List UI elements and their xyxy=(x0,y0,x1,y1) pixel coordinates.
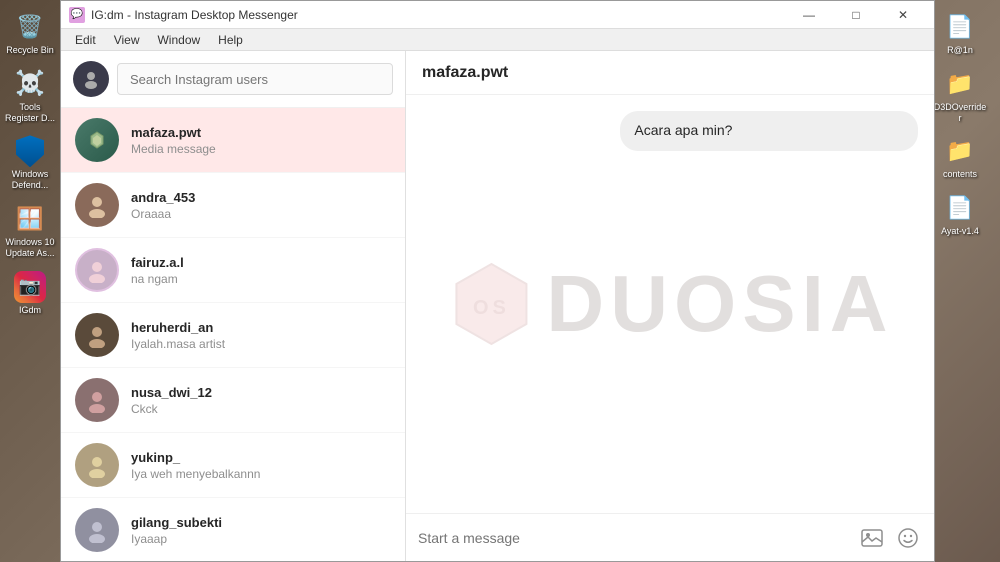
conv-avatar-gilang xyxy=(75,508,119,552)
conv-name-andra: andra_453 xyxy=(131,190,391,205)
app-icon: 💬 xyxy=(69,7,85,23)
desktop: 🗑️ Recycle Bin ☠️ Tools Register D... Wi… xyxy=(0,0,1000,562)
conv-preview-nusa: Ckck xyxy=(131,402,391,416)
conversation-list: mafaza.pwt Media message xyxy=(61,108,405,561)
conv-item-yukin[interactable]: yukinp_ Iya weh menyebalkannn xyxy=(61,433,405,498)
conv-preview-gilang: Iyaaap xyxy=(131,532,391,546)
conv-preview-heru: Iyalah.masa artist xyxy=(131,337,391,351)
contents-icon: 📁 xyxy=(942,133,978,169)
conv-avatar-fairuz xyxy=(75,248,119,292)
search-container xyxy=(61,51,405,108)
desktop-icons-left: 🗑️ Recycle Bin ☠️ Tools Register D... Wi… xyxy=(0,0,60,562)
recycle-bin-icon: 🗑️ xyxy=(12,9,48,45)
recycle-bin-label: Recycle Bin xyxy=(6,45,54,56)
app-window: 💬 IG:dm - Instagram Desktop Messenger — … xyxy=(60,0,935,562)
conv-avatar-yukin xyxy=(75,443,119,487)
conv-info-mafaza: mafaza.pwt Media message xyxy=(131,125,391,156)
windows-update-label: Windows 10 Update As... xyxy=(3,237,57,259)
left-panel: mafaza.pwt Media message xyxy=(61,51,406,561)
desktop-icon-recycle-bin[interactable]: 🗑️ Recycle Bin xyxy=(1,5,59,60)
conv-avatar-heru xyxy=(75,313,119,357)
conv-avatar-andra xyxy=(75,183,119,227)
chat-messages: OS DUOSIA Acara apa min? xyxy=(406,95,934,513)
menu-window[interactable]: Window xyxy=(149,31,208,49)
watermark-text: DUOSIA xyxy=(546,258,893,350)
conv-preview-fairuz: na ngam xyxy=(131,272,391,286)
chat-title: mafaza.pwt xyxy=(422,64,508,82)
conv-info-nusa: nusa_dwi_12 Ckck xyxy=(131,385,391,416)
contents-label: contents xyxy=(943,169,977,180)
desktop-icon-defender[interactable]: Windows Defend... xyxy=(1,129,59,195)
igdm-label: IGdm xyxy=(19,305,41,316)
user-avatar xyxy=(73,61,109,97)
desktop-icon-d3d[interactable]: 📁 D3DOverrider xyxy=(931,62,989,128)
menu-view[interactable]: View xyxy=(106,31,148,49)
desktop-icon-tools[interactable]: ☠️ Tools Register D... xyxy=(1,62,59,128)
windows-update-icon: 🪟 xyxy=(12,201,48,237)
conv-name-fairuz: fairuz.a.l xyxy=(131,255,391,270)
conv-info-heru: heruherdi_an Iyalah.masa artist xyxy=(131,320,391,351)
conv-name-yukin: yukinp_ xyxy=(131,450,391,465)
watermark: OS DUOSIA xyxy=(446,258,893,350)
conv-item-heru[interactable]: heruherdi_an Iyalah.masa artist xyxy=(61,303,405,368)
desktop-icon-igdm[interactable]: 📷 IGdm xyxy=(1,265,59,320)
conv-info-andra: andra_453 Oraaaa xyxy=(131,190,391,221)
message-input[interactable] xyxy=(418,530,850,546)
desktop-icon-windows-update[interactable]: 🪟 Windows 10 Update As... xyxy=(1,197,59,263)
conv-name-heru: heruherdi_an xyxy=(131,320,391,335)
conv-preview-andra: Oraaaa xyxy=(131,207,391,221)
conv-name-mafaza: mafaza.pwt xyxy=(131,125,391,140)
d3d-label: D3DOverrider xyxy=(933,102,987,124)
menu-help[interactable]: Help xyxy=(210,31,251,49)
title-bar: 💬 IG:dm - Instagram Desktop Messenger — … xyxy=(61,1,934,29)
conv-item-nusa[interactable]: nusa_dwi_12 Ckck xyxy=(61,368,405,433)
conv-item-fairuz[interactable]: fairuz.a.l na ngam xyxy=(61,238,405,303)
tools-icon: ☠️ xyxy=(12,66,48,102)
conv-info-yukin: yukinp_ Iya weh menyebalkannn xyxy=(131,450,391,481)
message-input-area xyxy=(406,513,934,561)
menu-edit[interactable]: Edit xyxy=(67,31,104,49)
conv-info-fairuz: fairuz.a.l na ngam xyxy=(131,255,391,286)
defender-label: Windows Defend... xyxy=(3,169,57,191)
igdm-icon: 📷 xyxy=(12,269,48,305)
conv-info-gilang: gilang_subekti Iyaaap xyxy=(131,515,391,546)
main-content: mafaza.pwt Media message xyxy=(61,51,934,561)
r1n-icon: 📄 xyxy=(942,9,978,45)
maximize-button[interactable]: □ xyxy=(833,1,879,29)
conv-avatar-mafaza xyxy=(75,118,119,162)
chat-header: mafaza.pwt xyxy=(406,51,934,95)
close-button[interactable]: ✕ xyxy=(880,1,926,29)
emoji-button[interactable] xyxy=(894,524,922,552)
conv-item-mafaza[interactable]: mafaza.pwt Media message xyxy=(61,108,405,173)
conv-avatar-nusa xyxy=(75,378,119,422)
desktop-icon-ayat[interactable]: 📄 Ayat-v1.4 xyxy=(931,186,989,241)
d3d-icon: 📁 xyxy=(942,66,978,102)
conv-preview-mafaza: Media message xyxy=(131,142,391,156)
conv-preview-yukin: Iya weh menyebalkannn xyxy=(131,467,391,481)
conv-name-nusa: nusa_dwi_12 xyxy=(131,385,391,400)
tools-label: Tools Register D... xyxy=(3,102,57,124)
ayat-label: Ayat-v1.4 xyxy=(941,226,979,237)
desktop-icon-r1n[interactable]: 📄 R@1n xyxy=(931,5,989,60)
ayat-icon: 📄 xyxy=(942,190,978,226)
conv-name-gilang: gilang_subekti xyxy=(131,515,391,530)
message-bubble-sent: Acara apa min? xyxy=(620,111,918,151)
minimize-button[interactable]: — xyxy=(786,1,832,29)
defender-icon xyxy=(12,133,48,169)
conv-item-andra[interactable]: andra_453 Oraaaa xyxy=(61,173,405,238)
image-attach-button[interactable] xyxy=(858,524,886,552)
window-title: IG:dm - Instagram Desktop Messenger xyxy=(91,8,786,22)
window-controls: — □ ✕ xyxy=(786,1,926,29)
conv-item-gilang[interactable]: gilang_subekti Iyaaap xyxy=(61,498,405,561)
r1n-label: R@1n xyxy=(947,45,973,56)
svg-text:OS: OS xyxy=(473,297,510,319)
right-panel: mafaza.pwt OS DUOSIA Acara apa min? xyxy=(406,51,934,561)
search-input[interactable] xyxy=(117,63,393,95)
menu-bar: Edit View Window Help xyxy=(61,29,934,51)
desktop-icon-contents[interactable]: 📁 contents xyxy=(931,129,989,184)
